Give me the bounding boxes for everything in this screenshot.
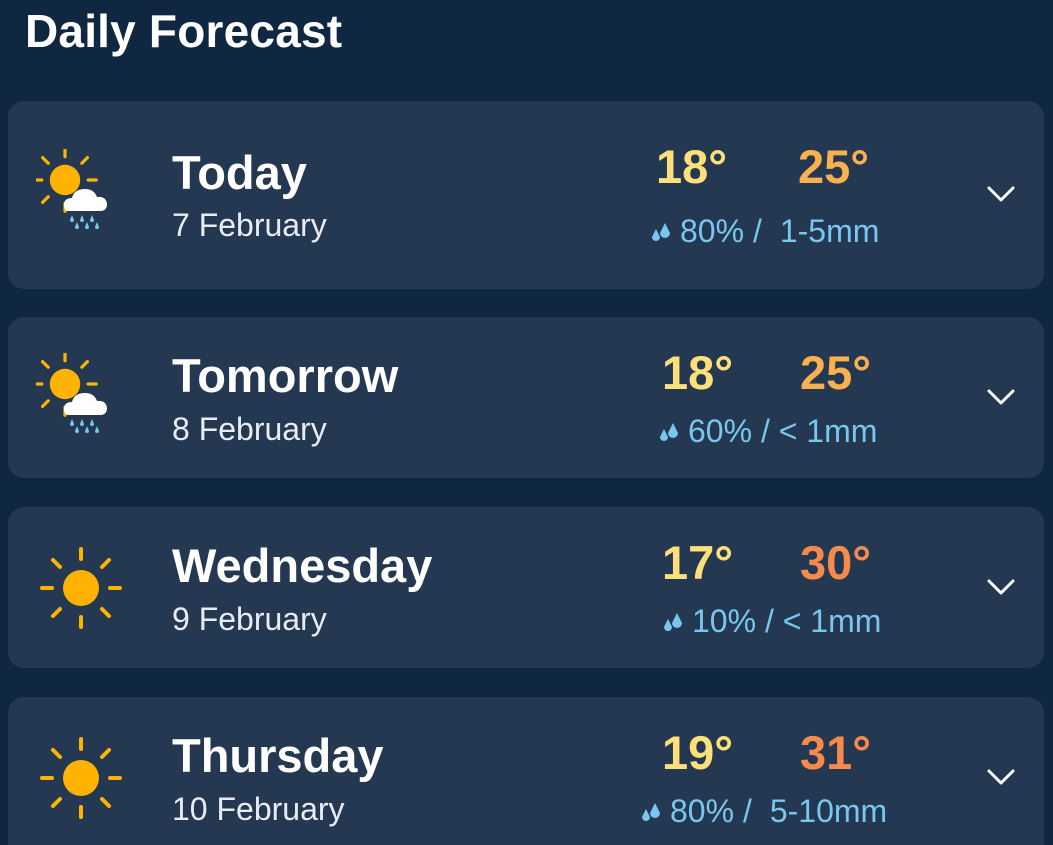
chevron-down-icon[interactable] [986, 768, 1016, 786]
sun-icon [40, 547, 122, 629]
rain-chance: 60% / [688, 413, 770, 449]
max-temperature: 25° [798, 140, 870, 193]
rain-amount: < 1mm [782, 603, 882, 639]
chevron-down-icon[interactable] [986, 578, 1016, 596]
date-label: 7 February [172, 207, 327, 243]
rain-info: 80% / 5-10mm [640, 793, 887, 830]
raindrop-icon [664, 612, 682, 631]
rain-amount: 5-10mm [769, 793, 888, 829]
rain-amount: 1-5mm [779, 213, 880, 249]
sun-cloud-rain-icon [36, 353, 107, 433]
min-temperature: 18° [662, 346, 734, 399]
day-label: Tomorrow [172, 349, 399, 402]
max-temperature: 31° [800, 726, 872, 779]
rain-amount: < 1mm [778, 413, 878, 449]
forecast-card-tomorrow[interactable]: Tomorrow 8 February 18° 25° 60% / < 1mm [8, 317, 1044, 478]
chevron-down-icon[interactable] [986, 388, 1016, 406]
rain-chance: 80% / [670, 793, 752, 829]
day-label: Thursday [172, 729, 384, 782]
daily-forecast-screen: Daily Forecast Today 7 February 18° 25° [0, 0, 1053, 845]
rain-chance: 10% / [692, 603, 774, 639]
raindrop-icon [652, 222, 670, 241]
forecast-card-thursday[interactable]: Thursday 10 February 19° 31° 80% / 5-10m… [8, 697, 1044, 845]
max-temperature: 25° [800, 346, 872, 399]
forecast-card-wednesday[interactable]: Wednesday 9 February 17° 30° 10% / < 1mm [8, 507, 1044, 668]
rain-info: 60% / < 1mm [658, 413, 877, 450]
day-label: Wednesday [172, 539, 433, 592]
rain-info: 80% / 1-5mm [650, 213, 879, 250]
day-label: Today [172, 146, 307, 199]
date-label: 10 February [172, 791, 345, 827]
date-label: 9 February [172, 601, 327, 637]
raindrop-icon [642, 802, 660, 821]
sun-cloud-rain-icon [36, 149, 107, 229]
date-label: 8 February [172, 411, 327, 447]
min-temperature: 17° [662, 536, 734, 589]
max-temperature: 30° [800, 536, 872, 589]
raindrop-icon [660, 422, 678, 441]
page-title: Daily Forecast [25, 5, 343, 57]
rain-chance: 80% / [680, 213, 762, 249]
chevron-down-icon[interactable] [986, 185, 1016, 203]
min-temperature: 18° [656, 140, 728, 193]
min-temperature: 19° [662, 726, 734, 779]
forecast-card-today[interactable]: Today 7 February 18° 25° 80% / 1-5mm [8, 101, 1044, 289]
rain-info: 10% / < 1mm [662, 603, 881, 640]
sun-icon [40, 737, 122, 819]
